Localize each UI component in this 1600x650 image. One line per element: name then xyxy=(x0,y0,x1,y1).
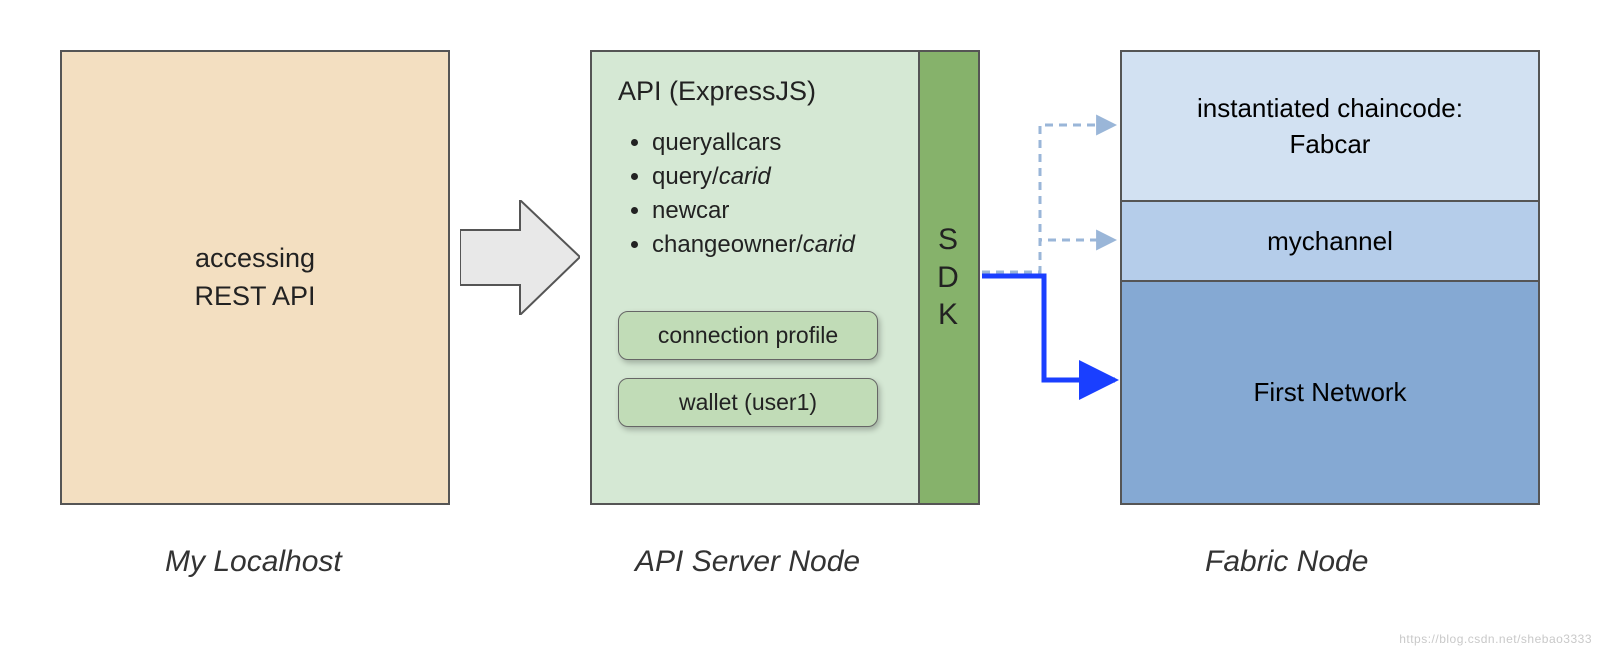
api-server-main: API (ExpressJS) queryallcars query/carid… xyxy=(592,52,918,503)
flow-arrow-icon xyxy=(460,200,580,315)
localhost-text: accessing REST API xyxy=(194,240,315,316)
solid-connector-to-first-network xyxy=(982,276,1115,380)
watermark-text: https://blog.csdn.net/shebao3333 xyxy=(1399,632,1592,646)
fabric-network-section: First Network xyxy=(1122,282,1538,503)
api-endpoint-list: queryallcars query/carid newcar changeow… xyxy=(618,129,900,265)
dashed-connector-to-chaincode xyxy=(982,125,1115,272)
localhost-line1: accessing xyxy=(195,243,315,273)
connection-profile-chip: connection profile xyxy=(618,311,878,360)
fabric-caption: Fabric Node xyxy=(1205,545,1368,579)
api-server-box: API (ExpressJS) queryallcars query/carid… xyxy=(590,50,980,505)
localhost-line2: REST API xyxy=(194,281,315,311)
fabric-node-box: instantiated chaincode: Fabcar mychannel… xyxy=(1120,50,1540,505)
endpoint-queryallcars: queryallcars xyxy=(652,129,900,157)
fabric-top-line1: instantiated chaincode: xyxy=(1197,93,1463,123)
endpoint-query-carid: query/carid xyxy=(652,163,900,191)
fabric-top-line2: Fabcar xyxy=(1290,129,1371,159)
endpoint-newcar: newcar xyxy=(652,197,900,225)
fabric-channel-section: mychannel xyxy=(1122,202,1538,282)
endpoint-changeowner-carid: changeowner/carid xyxy=(652,231,900,259)
api-title: API (ExpressJS) xyxy=(618,76,900,107)
dashed-connector-to-mychannel xyxy=(982,240,1115,272)
chips-container: connection profile wallet (user1) xyxy=(618,311,900,445)
sdk-to-fabric-connectors xyxy=(980,50,1130,510)
sdk-strip: SDK xyxy=(918,52,978,503)
fabric-chaincode-section: instantiated chaincode: Fabcar xyxy=(1122,52,1538,202)
localhost-box: accessing REST API xyxy=(60,50,450,505)
localhost-caption: My Localhost xyxy=(165,545,342,579)
architecture-diagram: accessing REST API My Localhost API (Exp… xyxy=(0,0,1600,650)
sdk-label: SDK xyxy=(937,221,961,334)
api-server-caption: API Server Node xyxy=(635,545,860,579)
wallet-chip: wallet (user1) xyxy=(618,378,878,427)
